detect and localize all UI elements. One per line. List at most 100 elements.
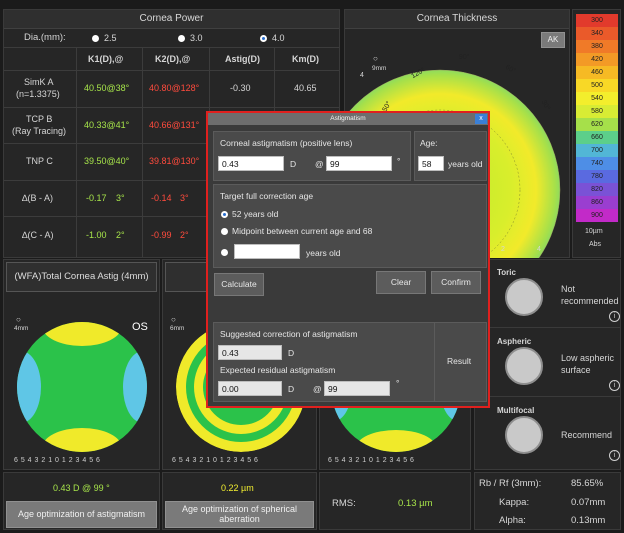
color-scale-step: 420 xyxy=(576,53,618,66)
target-radio-custom[interactable] xyxy=(221,249,228,256)
result-button[interactable]: Result xyxy=(447,356,471,366)
color-scale: 300 340 380 420 460 500 540 580 620 660 700 740 780 8… xyxy=(576,14,618,222)
scale-unit: 10µm xyxy=(585,228,603,235)
dia-option-3-0[interactable]: 3.0 xyxy=(190,33,203,43)
lens-status: Not xyxy=(561,284,576,294)
wfa-scale-ticks: 6 5 4 3 2 1 0 1 2 3 4 5 6 xyxy=(172,457,259,464)
clear-button[interactable]: Clear xyxy=(376,271,426,294)
row-label: ∆(C - A) xyxy=(22,230,54,240)
color-scale-step: 500 xyxy=(576,79,618,92)
stat-value: 85.65% xyxy=(571,478,604,489)
degree-symbol: ° xyxy=(397,156,401,166)
dia-option-2-5[interactable]: 2.5 xyxy=(104,33,117,43)
delta-ba-k2: -0.14 xyxy=(151,193,172,203)
table-hline xyxy=(4,70,339,71)
expected-unit: D xyxy=(288,384,295,394)
tcp-k1: 40.33@41° xyxy=(84,120,130,130)
header-k2: K2(D),@ xyxy=(155,54,191,64)
lens-item-multifocal[interactable]: Multifocal Recommend i xyxy=(475,398,620,468)
rms-panel: RMS: 0.13 µm xyxy=(319,472,471,530)
expected-axis: 99 xyxy=(324,381,390,396)
target-radio-52[interactable] xyxy=(221,211,228,218)
age-input[interactable]: 58 xyxy=(418,156,444,171)
simk-astig: -0.30 xyxy=(230,83,251,93)
color-scale-step: 540 xyxy=(576,92,618,105)
delta-ca-k2: -0.99 xyxy=(151,230,172,240)
info-icon[interactable]: i xyxy=(609,311,620,322)
dia-radio-2-5[interactable] xyxy=(92,35,99,42)
color-scale-step: 820 xyxy=(576,183,618,196)
lens-status: surface xyxy=(561,365,591,375)
rms-label: RMS: xyxy=(332,498,356,509)
table-hline xyxy=(4,47,339,48)
result-divider xyxy=(434,323,435,401)
info-icon[interactable]: i xyxy=(609,450,620,461)
aspheric-lens-icon xyxy=(505,347,543,385)
cornea-power-title: Cornea Power xyxy=(4,10,339,29)
lens-status: recommended xyxy=(561,296,619,306)
dia-radio-4-0[interactable] xyxy=(260,35,267,42)
close-icon[interactable]: x xyxy=(475,114,487,124)
dialog-title: Astigmatism xyxy=(208,113,488,125)
table-vline xyxy=(142,47,143,257)
tnp-k1: 39.50@40° xyxy=(84,156,130,166)
lens-item-toric[interactable]: Toric Not recommended i xyxy=(475,260,620,328)
aberration-result-value: 0.22 µm xyxy=(221,483,254,493)
delta-ca-k2-axis: 2° xyxy=(180,230,189,240)
dia-radio-3-0[interactable] xyxy=(178,35,185,42)
corneal-axis-input[interactable]: 99 xyxy=(326,156,392,171)
suggested-label: Suggested correction of astigmatism xyxy=(220,329,358,339)
stat-value: 0.07mm xyxy=(571,497,606,508)
delta-ba-k2-axis: 3° xyxy=(180,193,189,203)
header-km: Km(D) xyxy=(292,54,319,64)
target-age-group: Target full correction age 52 years old … xyxy=(213,184,487,268)
stat-value: 0.13mm xyxy=(571,515,606,526)
color-scale-step: 620 xyxy=(576,118,618,131)
age-optimization-astig-button[interactable]: Age optimization of astigmatism xyxy=(6,501,157,528)
target-age-label: Target full correction age xyxy=(220,191,314,201)
astig-result-value: 0.43 D @ 99 ° xyxy=(53,483,110,493)
scale-abs: Abs xyxy=(589,241,602,248)
target-opt-52[interactable]: 52 years old xyxy=(232,209,278,219)
degree-symbol: ° xyxy=(396,378,400,388)
age-optimization-sph-button[interactable]: Age optimization of spherical aberration xyxy=(165,501,314,528)
wfa-scale-ticks: 6 5 4 3 2 1 0 1 2 3 4 5 6 xyxy=(328,457,415,464)
btn-line: Age optimization of spherical xyxy=(181,504,298,514)
ring-label: 2 xyxy=(501,246,505,253)
corneal-unit: D xyxy=(290,159,297,169)
stat-label: Alpha: xyxy=(499,515,526,526)
expected-label: Expected residual astigmatism xyxy=(220,365,336,375)
wfa-total-astig-tab[interactable]: (WFA)Total Cornea Astig (4mm) xyxy=(6,262,157,292)
row-label: TCP B xyxy=(26,114,53,124)
color-scale-step: 460 xyxy=(576,66,618,79)
target-opt-midpoint[interactable]: Midpoint between current age and 68 xyxy=(232,226,372,236)
custom-age-input[interactable] xyxy=(234,244,300,259)
target-radio-midpoint[interactable] xyxy=(221,228,228,235)
lens-status: Low aspheric xyxy=(561,353,615,363)
info-icon[interactable]: i xyxy=(609,380,620,391)
lens-type: Toric xyxy=(497,268,516,277)
corneal-astig-group: Corneal astigmatism (positive lens) 0.43… xyxy=(213,131,411,181)
corneal-astig-input[interactable]: 0.43 xyxy=(218,156,284,171)
dia-option-4-0[interactable]: 4.0 xyxy=(272,33,285,43)
lens-type: Aspheric xyxy=(497,337,532,346)
result-group: Suggested correction of astigmatism 0.43… xyxy=(213,322,487,402)
cornea-thickness-title: Cornea Thickness xyxy=(345,10,569,29)
color-scale-step: 300 xyxy=(576,14,618,27)
confirm-button[interactable]: Confirm xyxy=(431,271,481,294)
aberration-result-panel: 0.22 µm Age optimization of spherical ab… xyxy=(162,472,317,530)
toric-lens-icon xyxy=(505,278,543,316)
tnp-k2: 39.81@130° xyxy=(149,156,200,166)
color-scale-step: 900 xyxy=(576,209,618,222)
row-label: SimK A xyxy=(24,77,54,87)
row-sublabel: (Ray Tracing) xyxy=(12,126,67,136)
astigmatism-dialog: Astigmatism x Corneal astigmatism (posit… xyxy=(206,111,490,408)
calculate-button[interactable]: Calculate xyxy=(214,273,264,296)
suggested-unit: D xyxy=(288,348,295,358)
lens-item-aspheric[interactable]: Aspheric Low aspheric surface i xyxy=(475,329,620,397)
row-label: ∆(B - A) xyxy=(22,193,54,203)
expected-value: 0.00 xyxy=(218,381,282,396)
stat-label: Kappa: xyxy=(499,497,530,508)
color-scale-step: 580 xyxy=(576,105,618,118)
astig-map xyxy=(17,322,147,452)
